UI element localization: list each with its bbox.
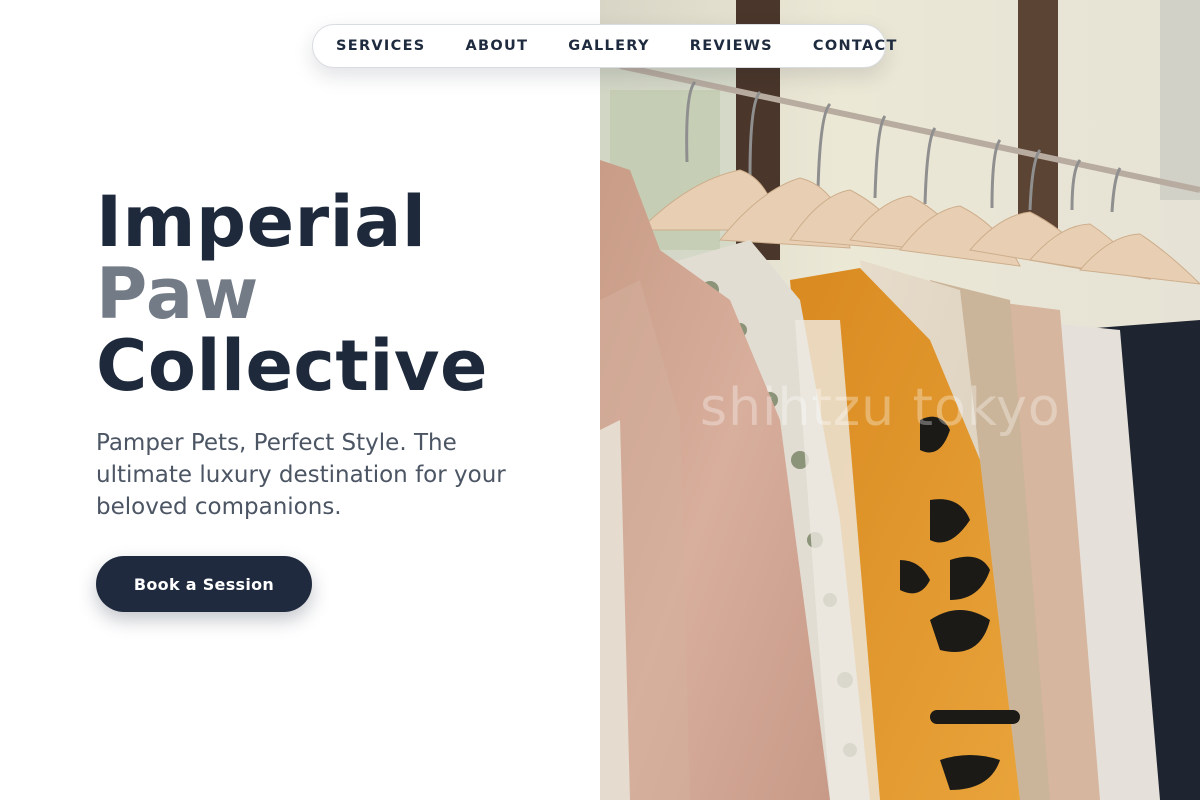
hero-title-line-3: Collective (96, 325, 488, 407)
nav-link-gallery[interactable]: GALLERY (568, 38, 649, 54)
hero-image: shihtzu tokyo (600, 0, 1200, 800)
hero-subtitle: Pamper Pets, Perfect Style. The ultimate… (96, 430, 506, 520)
landing-page: shihtzu tokyo SERVICES ABOUT GALLERY REV… (0, 0, 1200, 800)
nav-link-contact[interactable]: CONTACT (813, 38, 898, 54)
main-nav: SERVICES ABOUT GALLERY REVIEWS CONTACT (312, 24, 896, 68)
nav-link-services[interactable]: SERVICES (336, 38, 426, 54)
hero-title-line-1: Imperial (96, 181, 427, 263)
nav-link-reviews[interactable]: REVIEWS (690, 38, 773, 54)
nav-link-about[interactable]: ABOUT (466, 38, 529, 54)
book-session-button[interactable]: Book a Session (96, 556, 312, 612)
hero-title-line-2: Paw (96, 253, 259, 335)
image-watermark: shihtzu tokyo (700, 378, 1061, 438)
hero-title: Imperial Paw Collective (96, 186, 488, 402)
